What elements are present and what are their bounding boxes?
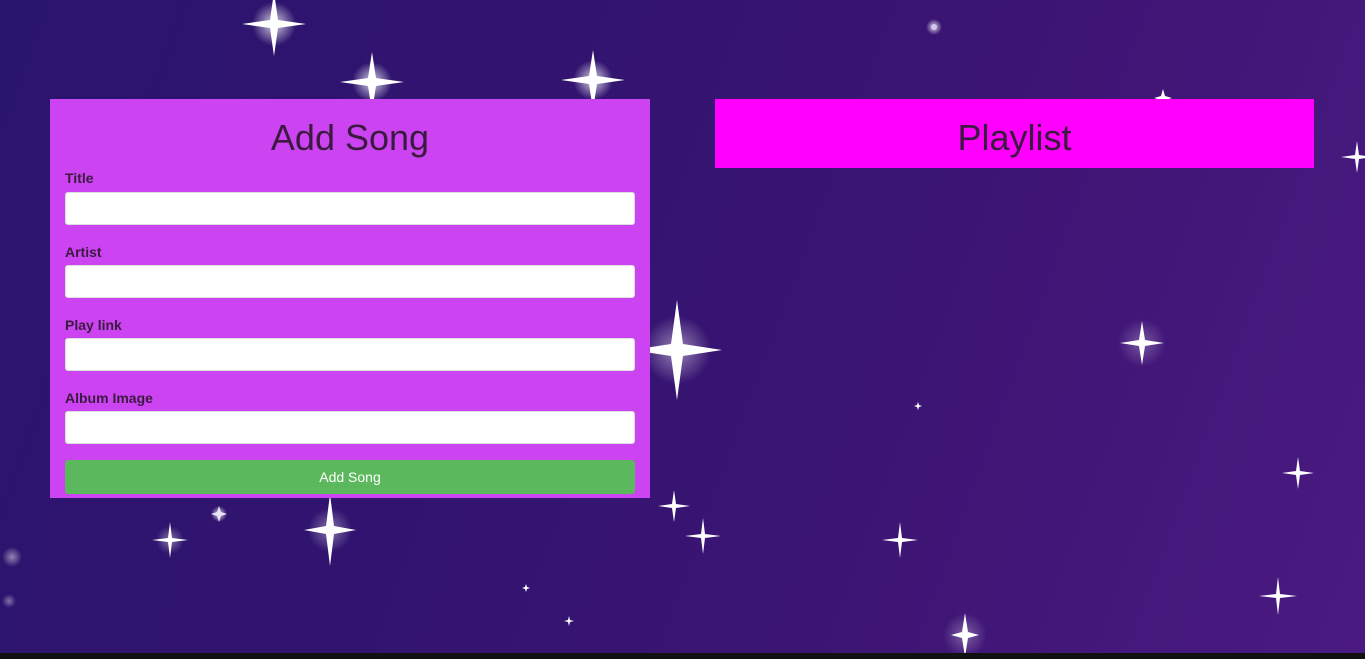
sparkle-star-icon <box>0 592 18 610</box>
sparkle-star-icon <box>150 520 190 560</box>
sparkle-star-icon <box>521 583 531 593</box>
sparkle-star-icon <box>300 490 360 570</box>
title-input[interactable] <box>65 192 635 225</box>
sparkle-star-icon <box>1258 576 1298 616</box>
sparkle-star-icon <box>0 545 24 569</box>
play-link-input[interactable] <box>65 338 635 371</box>
title-label: Title <box>65 170 94 186</box>
bottom-bar <box>0 653 1365 659</box>
sparkle-star-icon <box>880 520 920 560</box>
playlist-panel: Playlist <box>715 99 1314 168</box>
sparkle-star-icon <box>563 615 575 627</box>
sparkle-star-icon <box>913 401 923 411</box>
artist-label: Artist <box>65 244 102 260</box>
sparkle-star-icon <box>924 17 944 37</box>
sparkle-star-icon <box>208 503 230 525</box>
album-image-input[interactable] <box>65 411 635 444</box>
play-link-label: Play link <box>65 317 122 333</box>
sparkle-star-icon <box>940 610 990 659</box>
album-image-label: Album Image <box>65 390 153 406</box>
sparkle-star-icon <box>1112 313 1172 373</box>
add-song-panel: Add Song Title Artist Play link Album Im… <box>50 99 650 498</box>
sparkle-star-icon <box>1280 455 1316 491</box>
sparkle-star-icon <box>683 516 723 556</box>
add-song-button[interactable]: Add Song <box>65 460 635 494</box>
artist-input[interactable] <box>65 265 635 298</box>
add-song-heading: Add Song <box>270 117 430 158</box>
sparkle-star-icon <box>242 0 306 56</box>
playlist-heading: Playlist <box>957 117 1072 158</box>
sparkle-star-icon <box>1340 140 1365 174</box>
